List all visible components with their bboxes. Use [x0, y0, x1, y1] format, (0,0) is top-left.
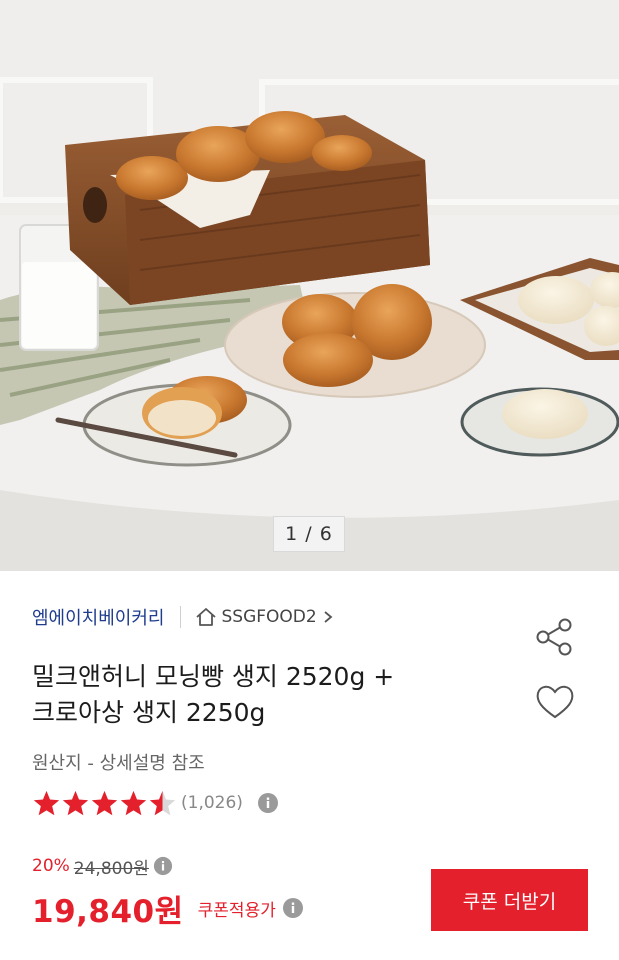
original-price-row: 20% 24,800원 — [32, 852, 173, 880]
home-icon — [196, 608, 217, 626]
review-count: (1,026) — [181, 793, 243, 813]
chevron-right-icon — [324, 611, 333, 623]
original-price: 24,800원 — [73, 858, 149, 879]
star-icon — [33, 790, 60, 816]
image-counter: 1 / 6 — [273, 516, 345, 552]
store-name: SSGFOOD2 — [221, 607, 317, 627]
info-icon[interactable] — [257, 792, 279, 814]
final-price: 19,840원 — [32, 893, 184, 930]
origin-info: 원산지 - 상세설명 참조 — [32, 753, 205, 774]
final-price-row: 19,840원 쿠폰적용가 — [32, 886, 304, 930]
rating-stars — [32, 789, 177, 817]
info-icon[interactable] — [282, 897, 304, 919]
star-icon — [91, 790, 118, 816]
store-link[interactable]: SSGFOOD2 — [195, 607, 333, 627]
coupon-button[interactable]: 쿠폰 더받기 — [431, 869, 588, 931]
product-title-line1: 밀크앤허니 모닝빵 생지 2520g + — [32, 662, 395, 691]
star-icon — [149, 790, 176, 816]
like-button[interactable] — [534, 682, 576, 722]
heart-icon — [536, 685, 574, 719]
star-icon — [62, 790, 89, 816]
product-title-line2: 크로아상 생지 2250g — [32, 698, 266, 727]
star-icon — [120, 790, 147, 816]
product-title: 밀크앤허니 모닝빵 생지 2520g + 크로아상 생지 2250g — [32, 659, 492, 731]
product-image[interactable]: 1 / 6 — [0, 0, 619, 571]
seller-row: 엠에이치베이커리 SSGFOOD2 — [32, 603, 333, 631]
rating-row[interactable]: (1,026) — [32, 786, 279, 820]
divider — [180, 606, 182, 628]
info-icon[interactable] — [153, 856, 173, 876]
share-button[interactable] — [534, 616, 576, 658]
seller-name-link[interactable]: 엠에이치베이커리 — [32, 604, 164, 630]
discount-rate: 20% — [32, 856, 70, 876]
product-photo — [0, 0, 619, 571]
share-icon — [536, 618, 572, 656]
final-price-label: 쿠폰적용가 — [197, 900, 276, 921]
